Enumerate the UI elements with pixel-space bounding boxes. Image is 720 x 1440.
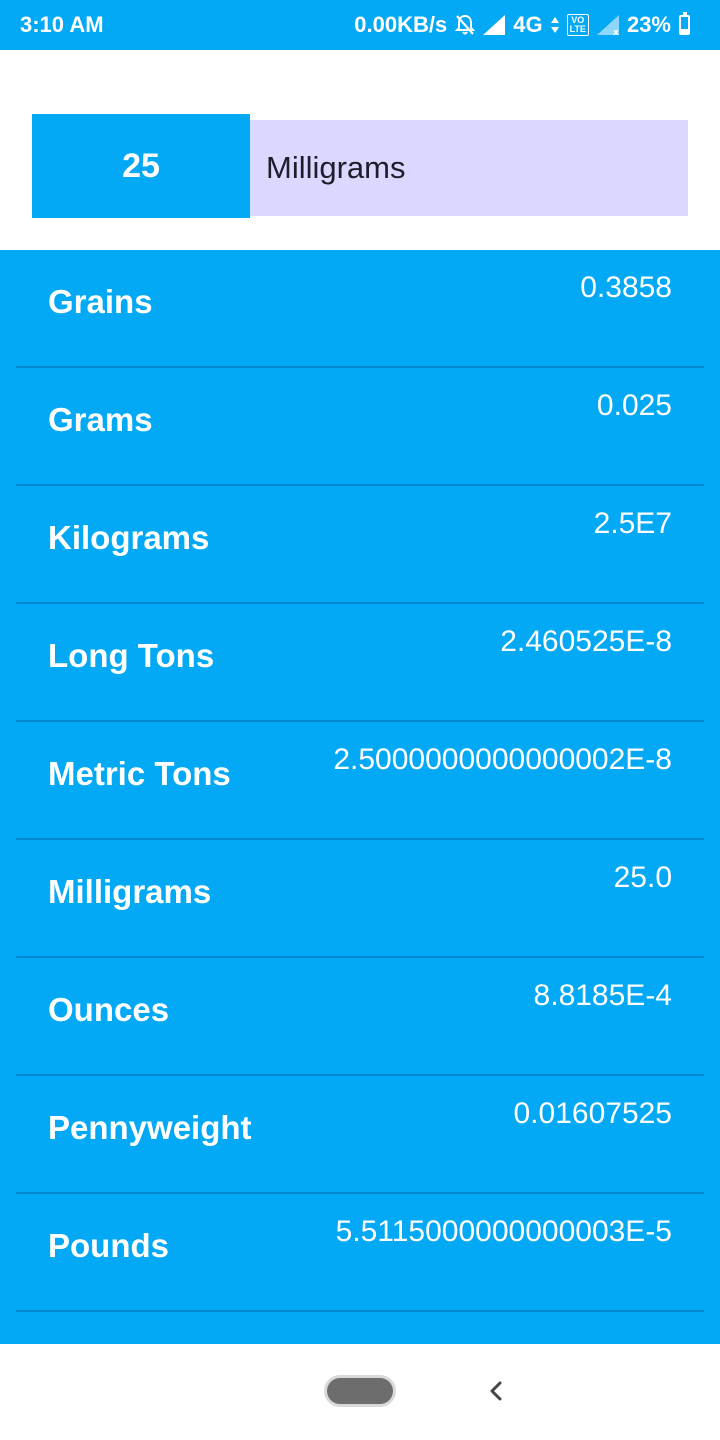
- signal-no-service-icon: x: [596, 15, 619, 35]
- system-nav-bar: [0, 1344, 720, 1440]
- home-pill-icon[interactable]: [327, 1378, 393, 1404]
- back-arrow-icon[interactable]: [482, 1374, 510, 1408]
- result-value: 0.025: [596, 389, 672, 422]
- volte-icon: VO LTE: [566, 14, 589, 36]
- result-value: 0.3858: [580, 271, 672, 304]
- result-unit-label: Ounces: [48, 991, 170, 1028]
- list-item: Kilograms 2.5E7: [16, 486, 704, 604]
- battery-icon: [679, 12, 690, 35]
- list-item: Grains 0.3858: [16, 250, 704, 368]
- converter-input-row: 25 Milligrams: [32, 114, 688, 218]
- signal-icon: [483, 15, 506, 35]
- list-item: Milligrams 25.0: [16, 840, 704, 958]
- result-value: 2.460525E-8: [500, 625, 672, 658]
- list-item: Metric Tons 2.5000000000000002E-8: [16, 722, 704, 840]
- result-unit-label: Grains: [48, 283, 153, 320]
- result-unit-label: Metric Tons: [48, 755, 231, 792]
- result-unit-label: Kilograms: [48, 519, 210, 556]
- volte-label-bottom: LTE: [569, 24, 586, 34]
- list-item: Long Tons 2.460525E-8: [16, 604, 704, 722]
- battery-level: [681, 29, 688, 33]
- unit-selector-value: Milligrams: [266, 150, 406, 185]
- network-speed: 0.00KB/s: [354, 12, 448, 37]
- notifications-off-icon: [455, 14, 476, 36]
- list-item: Grams 0.025: [16, 368, 704, 486]
- result-unit-label: Milligrams: [48, 873, 212, 910]
- svg-text:x: x: [613, 28, 619, 35]
- amount-input[interactable]: 25: [32, 114, 250, 218]
- unit-selector[interactable]: Milligrams: [250, 120, 688, 216]
- result-value: 8.8185E-4: [533, 979, 672, 1012]
- battery-percent: 23%: [626, 12, 671, 37]
- results-list[interactable]: Grains 0.3858 Grams 0.025 Kilograms 2.5E…: [0, 250, 720, 1344]
- result-unit-label: Pennyweight: [48, 1109, 252, 1146]
- result-value: 2.5E7: [593, 507, 672, 540]
- result-value: 2.5000000000000002E-8: [333, 743, 672, 776]
- status-bar: 3:10 AM 0.00KB/s 4G VO LTE x 23%: [0, 0, 720, 50]
- result-value: 25.0: [613, 861, 672, 894]
- list-item: Pennyweight 0.01607525: [16, 1076, 704, 1194]
- result-value: 0.01607525: [513, 1097, 673, 1130]
- result-unit-label: Long Tons: [48, 637, 215, 674]
- result-value: 5.5115000000000003E-5: [335, 1215, 672, 1248]
- status-indicators: 0.00KB/s 4G VO LTE x 23%: [354, 12, 690, 38]
- network-type: 4G: [513, 12, 543, 37]
- result-unit-label: Grams: [48, 401, 153, 438]
- result-unit-label: Pounds: [48, 1227, 169, 1264]
- list-item: Pounds 5.5115000000000003E-5: [16, 1194, 704, 1312]
- status-time: 3:10 AM: [20, 12, 104, 37]
- list-item: Ounces 8.8185E-4: [16, 958, 704, 1076]
- data-arrows-icon: [550, 15, 559, 35]
